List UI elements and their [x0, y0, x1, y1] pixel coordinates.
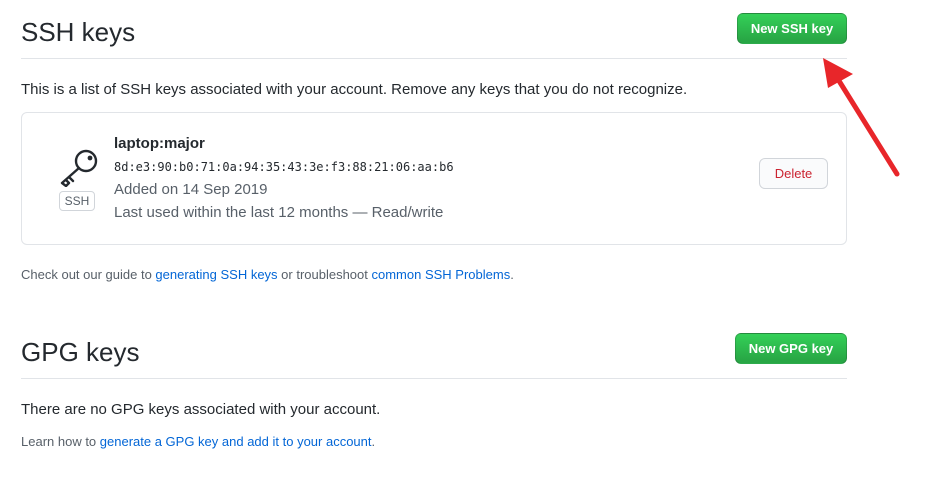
ssh-guide-text: Check out our guide to generating SSH ke… — [21, 267, 514, 282]
new-gpg-key-button[interactable]: New GPG key — [735, 333, 847, 364]
key-added-date: Added on 14 Sep 2019 — [114, 181, 268, 198]
key-last-used: Last used within the last 12 months — Re… — [114, 204, 444, 221]
gpg-keys-title: GPG keys — [21, 337, 140, 367]
new-ssh-key-button[interactable]: New SSH key — [737, 13, 847, 44]
guide-suffix: . — [510, 267, 514, 282]
generating-ssh-keys-link[interactable]: generating SSH keys — [155, 267, 277, 282]
learn-prefix: Learn how to — [21, 434, 100, 449]
ssh-badge: SSH — [59, 191, 95, 211]
gpg-empty-message: There are no GPG keys associated with yo… — [21, 401, 381, 418]
gpg-learn-text: Learn how to generate a GPG key and add … — [21, 434, 375, 449]
annotation-arrow-icon — [823, 58, 900, 177]
key-fingerprint: 8d:e3:90:b0:71:0a:94:35:43:3e:f3:88:21:0… — [114, 160, 454, 174]
generate-gpg-key-link[interactable]: generate a GPG key and add it to your ac… — [100, 434, 372, 449]
learn-suffix: . — [371, 434, 376, 449]
gpg-section-header: GPG keys New GPG key — [21, 332, 847, 379]
guide-prefix: Check out our guide to — [21, 267, 156, 282]
ssh-key-item: SSH laptop:major 8d:e3:90:b0:71:0a:94:35… — [21, 112, 847, 245]
key-title: laptop:major — [114, 135, 205, 152]
guide-middle: or troubleshoot — [277, 267, 372, 282]
common-ssh-problems-link[interactable]: common SSH Problems — [372, 267, 511, 282]
ssh-section-header: SSH keys New SSH key — [21, 12, 847, 59]
ssh-description: This is a list of SSH keys associated wi… — [21, 81, 688, 98]
key-icon — [60, 149, 98, 187]
ssh-keys-title: SSH keys — [21, 17, 136, 47]
